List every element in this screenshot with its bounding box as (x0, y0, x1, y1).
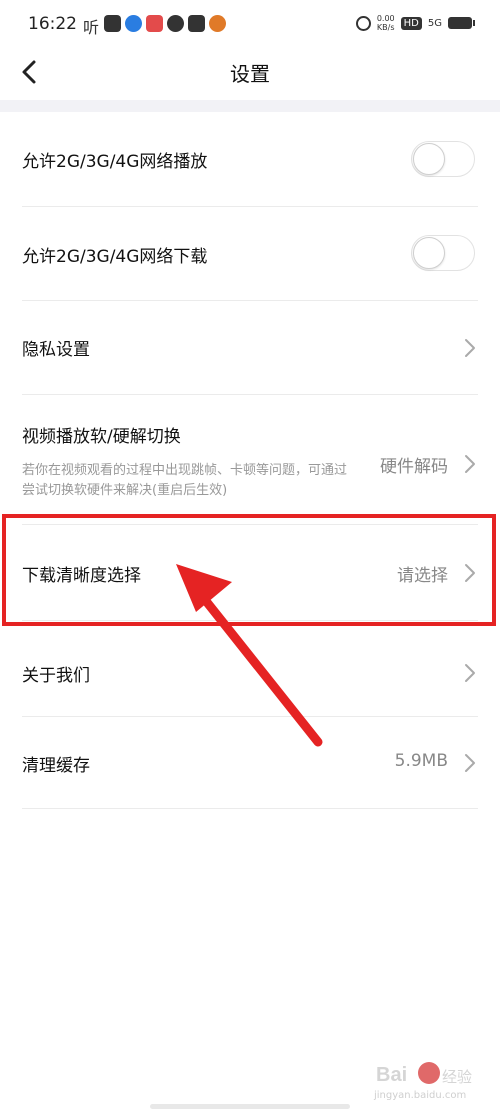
setting-value: 硬件解码 (380, 457, 448, 477)
chevron-right-icon (465, 455, 475, 473)
setting-label: 视频播放软/硬解切换 (22, 427, 181, 447)
home-indicator[interactable] (150, 1104, 350, 1109)
watermark-brand-cn: 经验 (442, 1068, 473, 1086)
network-download-toggle[interactable] (411, 235, 475, 271)
app-notification-icon (104, 15, 121, 32)
baidu-paw-icon (418, 1062, 440, 1084)
signal-5g-icon: 5G (427, 17, 442, 29)
setting-label: 允许2G/3G/4G网络播放 (22, 152, 208, 172)
setting-video-decode[interactable]: 视频播放软/硬解切换 若你在视频观看的过程中出现跳帧、卡顿等问题，可通过尝试切换… (0, 395, 500, 525)
speed-unit: KB/s (376, 23, 395, 32)
toggle-knob (413, 237, 445, 269)
alarm-icon (355, 15, 371, 31)
setting-label: 清理缓存 (22, 756, 90, 776)
setting-label: 关于我们 (22, 666, 90, 686)
watermark-brand: Bai (376, 1064, 408, 1086)
browser-notification-icon (125, 15, 142, 32)
toggle-knob (413, 143, 445, 175)
page-title: 设置 (230, 62, 270, 86)
setting-network-download: 允许2G/3G/4G网络下载 (0, 207, 500, 301)
notification-icons (104, 15, 226, 32)
status-time: 16:22 (28, 14, 77, 34)
hd-icon: HD (400, 16, 422, 30)
status-right: 0.00 KB/s HD 5G (355, 14, 475, 32)
highlight-box (2, 514, 496, 626)
chevron-right-icon (465, 339, 475, 357)
settings-list: 允许2G/3G/4G网络播放 允许2G/3G/4G网络下载 隐私设置 视频播放软… (0, 112, 500, 809)
compass-notification-icon (167, 15, 184, 32)
setting-network-play: 允许2G/3G/4G网络播放 (0, 112, 500, 207)
watermark-url: jingyan.baidu.com (374, 1090, 467, 1101)
nav-bar: 设置 (0, 48, 500, 100)
setting-privacy[interactable]: 隐私设置 (0, 301, 500, 395)
battery-icon (448, 17, 475, 29)
network-play-toggle[interactable] (411, 141, 475, 177)
chevron-right-icon (465, 664, 475, 682)
setting-label: 允许2G/3G/4G网络下载 (22, 247, 208, 267)
chevron-right-icon (465, 754, 475, 772)
network-speed: 0.00 KB/s (377, 14, 395, 32)
setting-value: 5.9MB (394, 751, 448, 771)
header-divider (0, 100, 500, 112)
status-bar: 16:22 听 0.00 KB/s HD 5G (0, 0, 500, 48)
app-notification-icon (209, 15, 226, 32)
speed-value: 0.00 (376, 14, 395, 23)
setting-description: 若你在视频观看的过程中出现跳帧、卡顿等问题，可通过尝试切换软硬件来解决(重启后生… (22, 463, 348, 498)
setting-label: 隐私设置 (22, 340, 90, 360)
play-notification-icon (188, 15, 205, 32)
divider (22, 808, 478, 809)
setting-clear-cache[interactable]: 清理缓存 5.9MB (0, 717, 500, 809)
setting-about-us[interactable]: 关于我们 (0, 621, 500, 717)
listen-app-icon: 听 (83, 18, 100, 37)
app-notification-icon (146, 15, 163, 32)
